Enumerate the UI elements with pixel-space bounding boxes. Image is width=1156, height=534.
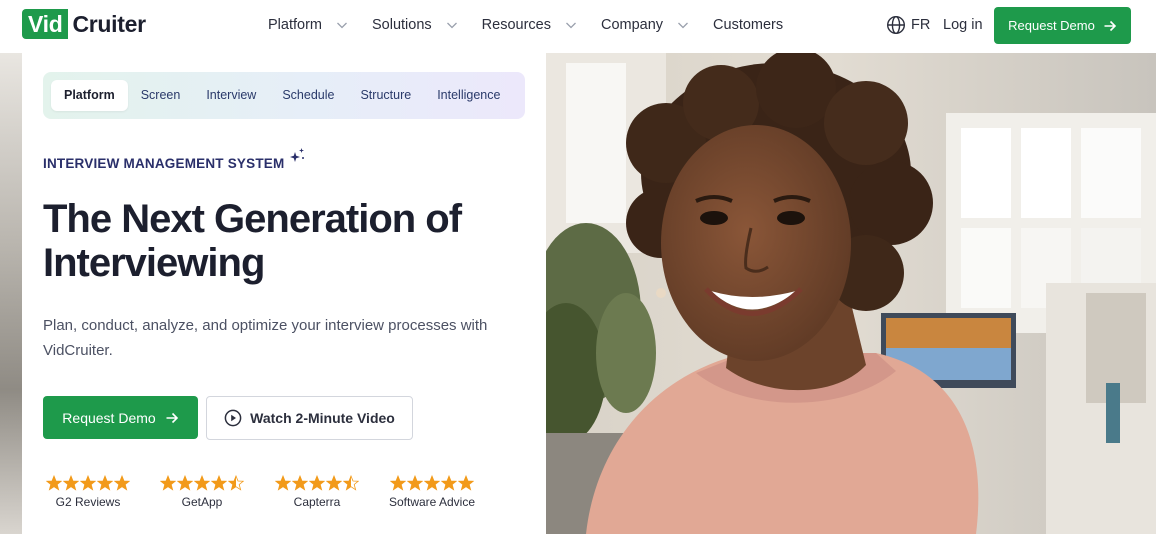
play-circle-icon xyxy=(224,409,242,427)
star-icon xyxy=(275,475,291,491)
arrow-right-icon xyxy=(1104,20,1116,31)
product-tabs: Platform Screen Interview Schedule Struc… xyxy=(43,72,525,119)
logo-wordmark: Cruiter xyxy=(72,10,146,37)
sparkle-icon xyxy=(290,148,304,162)
nav-item-label: Resources xyxy=(481,17,551,33)
rating-label: Capterra xyxy=(293,495,341,509)
arrow-right-icon xyxy=(166,412,178,423)
tab-intelligence[interactable]: Intelligence xyxy=(424,80,513,111)
nav-item-label: Platform xyxy=(268,17,322,33)
star-icon xyxy=(63,475,79,491)
star-rating xyxy=(386,475,478,493)
nav-item-label: Customers xyxy=(713,17,784,33)
main-nav: Platform Solutions Resources Company Cus… xyxy=(268,0,807,50)
star-icon xyxy=(211,475,227,491)
button-label: Watch 2-Minute Video xyxy=(250,410,395,426)
nav-item-solutions[interactable]: Solutions xyxy=(372,17,458,33)
hero-photo-image xyxy=(546,53,1156,534)
globe-icon xyxy=(886,15,906,35)
star-icon xyxy=(114,475,130,491)
tab-schedule[interactable]: Schedule xyxy=(269,80,347,111)
tab-structure[interactable]: Structure xyxy=(347,80,424,111)
watch-video-button[interactable]: Watch 2-Minute Video xyxy=(206,396,413,440)
star-icon xyxy=(228,475,244,491)
nav-item-company[interactable]: Company xyxy=(601,17,689,33)
star-rating xyxy=(42,475,134,493)
star-rating xyxy=(156,475,248,493)
button-label: Request Demo xyxy=(1008,18,1095,33)
language-label: FR xyxy=(911,17,931,33)
star-icon xyxy=(177,475,193,491)
tab-interview[interactable]: Interview xyxy=(193,80,269,111)
star-icon xyxy=(343,475,359,491)
rating-label: G2 Reviews xyxy=(55,495,121,509)
rating-getapp[interactable]: GetApp xyxy=(156,475,248,509)
nav-item-platform[interactable]: Platform xyxy=(268,17,348,33)
language-switcher[interactable]: FR xyxy=(886,15,930,35)
hero-headline: The Next Generation of Interviewing xyxy=(43,197,462,285)
chevron-down-icon xyxy=(566,22,576,29)
star-icon xyxy=(458,475,474,491)
star-icon xyxy=(309,475,325,491)
hero-photo xyxy=(546,53,1156,534)
chevron-down-icon xyxy=(337,22,347,29)
tab-screen[interactable]: Screen xyxy=(128,80,194,111)
star-icon xyxy=(326,475,342,491)
star-icon xyxy=(390,475,406,491)
star-icon xyxy=(407,475,423,491)
logo-mark: Vid xyxy=(22,9,69,39)
hero-subtext: Plan, conduct, analyze, and optimize you… xyxy=(43,317,488,359)
tab-platform[interactable]: Platform xyxy=(51,80,128,111)
star-icon xyxy=(292,475,308,491)
star-icon xyxy=(80,475,96,491)
vidcruiter-logo[interactable]: Vid Cruiter xyxy=(22,9,146,39)
top-header: Vid Cruiter Platform Solutions Resources… xyxy=(0,0,1156,53)
hero-request-demo-button[interactable]: Request Demo xyxy=(43,396,198,439)
star-icon xyxy=(160,475,176,491)
hero-card xyxy=(22,53,546,534)
nav-item-resources[interactable]: Resources xyxy=(482,17,577,33)
rating-capterra[interactable]: Capterra xyxy=(271,475,363,509)
rating-software-advice[interactable]: Software Advice xyxy=(386,475,478,509)
nav-item-customers[interactable]: Customers xyxy=(713,17,783,33)
background-photo-edge xyxy=(0,53,22,534)
nav-item-label: Solutions xyxy=(372,17,432,33)
rating-label: Software Advice xyxy=(388,495,476,509)
login-link[interactable]: Log in xyxy=(943,17,983,33)
rating-g2[interactable]: G2 Reviews xyxy=(42,475,134,509)
star-icon xyxy=(424,475,440,491)
hero-eyebrow: INTERVIEW MANAGEMENT SYSTEM xyxy=(43,156,285,171)
chevron-down-icon xyxy=(678,22,688,29)
rating-label: GetApp xyxy=(181,495,223,509)
chevron-down-icon xyxy=(446,22,457,29)
star-icon xyxy=(97,475,113,491)
star-icon xyxy=(194,475,210,491)
star-rating xyxy=(271,475,363,493)
star-icon xyxy=(46,475,62,491)
nav-item-label: Company xyxy=(600,17,664,33)
header-request-demo-button[interactable]: Request Demo xyxy=(994,7,1131,44)
star-icon xyxy=(441,475,457,491)
button-label: Request Demo xyxy=(62,409,156,426)
